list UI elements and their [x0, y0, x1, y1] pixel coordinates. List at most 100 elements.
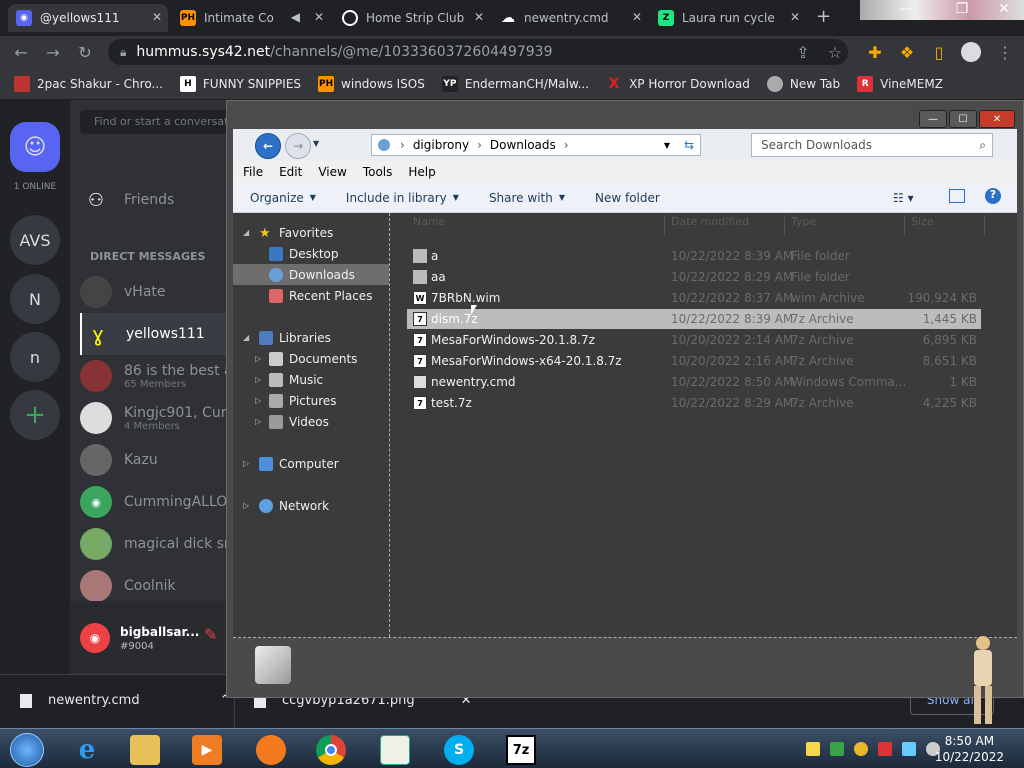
side-panel-icon[interactable]: ▯ [928, 41, 950, 63]
expand-arrow-icon[interactable]: ◢ [243, 228, 249, 237]
nav-videos[interactable]: ▷ Videos [255, 411, 329, 432]
include-in-library-button[interactable]: Include in library ▼ [346, 191, 459, 205]
friends-item[interactable]: ⚇ Friends [80, 179, 230, 221]
bookmark-item[interactable]: 2pac Shakur - Chro... [14, 75, 163, 92]
dm-item[interactable]: Kazu [80, 439, 230, 481]
home-button[interactable]: ☺ [10, 122, 60, 172]
server-avs[interactable]: AVS [10, 215, 60, 265]
column-type[interactable]: Type [785, 215, 905, 235]
file-row[interactable]: 7 test.7z 10/22/2022 8:29 AM 7z Archive 4,22… [407, 393, 981, 413]
tab-home-strip-club[interactable]: Home Strip Club ✕ [334, 4, 490, 32]
close-icon[interactable]: ✕ [790, 10, 800, 24]
file-row[interactable]: 7 MesaForWindows-x64-20.1.8.7z 10/20/2022 … [407, 351, 981, 371]
nav-network[interactable]: ▷ Network [243, 495, 329, 516]
chevron-down-icon[interactable]: ▼ [664, 141, 670, 150]
menu-icon[interactable]: ⋮ [994, 41, 1016, 63]
close-icon[interactable]: ✕ [474, 10, 484, 24]
new-tab-button[interactable]: + [816, 6, 831, 27]
taskbar-media[interactable]: ▶ [180, 732, 234, 768]
nav-desktop[interactable]: Desktop [269, 243, 339, 264]
nav-pictures[interactable]: ▷ Pictures [255, 390, 337, 411]
reload-button[interactable]: ↻ [74, 41, 96, 63]
maximize-button[interactable]: ☐ [949, 110, 977, 128]
minimize-button[interactable]: — [886, 0, 926, 18]
nav-documents[interactable]: ▷ Documents [255, 348, 357, 369]
tray-icon[interactable] [830, 742, 844, 756]
search-input[interactable]: Search Downloads ⌕ [751, 133, 993, 157]
dm-item-active[interactable]: ɣ yellows111 [80, 313, 230, 355]
expand-arrow-icon[interactable]: ◢ [243, 333, 249, 342]
close-window-button[interactable]: ✕ [984, 0, 1024, 18]
refresh-icon[interactable]: ⇆ [684, 138, 694, 152]
expand-arrow-icon[interactable]: ▷ [255, 375, 261, 384]
help-icon[interactable]: ? [985, 188, 1001, 204]
search-input[interactable]: Find or start a conversatio [80, 110, 230, 134]
back-button[interactable]: ← [255, 133, 281, 159]
tab-intimate[interactable]: PH Intimate Co ◀ ✕ [172, 4, 330, 32]
profile-avatar[interactable] [960, 41, 982, 63]
minimize-button[interactable]: — [919, 110, 947, 128]
breadcrumb[interactable]: › digibrony › Downloads › ▼ ⇆ [371, 134, 701, 156]
dm-item[interactable]: ◉ CummingALLO [80, 481, 230, 523]
column-date[interactable]: Date modified [665, 215, 785, 235]
nav-libraries[interactable]: ◢ Libraries [243, 327, 331, 348]
nav-computer[interactable]: ▷ Computer [243, 453, 339, 474]
add-server-button[interactable]: + [10, 390, 60, 440]
close-icon[interactable]: ✕ [314, 10, 324, 24]
dm-item[interactable]: magical dick sna [80, 523, 230, 565]
taskbar-7zip[interactable]: 7z [494, 732, 548, 768]
menu-help[interactable]: Help [408, 165, 435, 179]
taskbar-skype[interactable]: S [432, 732, 486, 768]
close-icon[interactable]: ✕ [152, 10, 162, 24]
column-size[interactable]: Size [905, 215, 985, 235]
expand-arrow-icon[interactable]: ▷ [255, 396, 261, 405]
menu-tools[interactable]: Tools [363, 165, 393, 179]
expand-arrow-icon[interactable]: ▷ [243, 459, 249, 468]
file-row[interactable]: newentry.cmd 10/22/2022 8:50 AM Windows Co… [407, 372, 981, 392]
share-with-button[interactable]: Share with ▼ [489, 191, 565, 205]
close-button[interactable]: ✕ [979, 110, 1015, 128]
server-n[interactable]: N [10, 274, 60, 324]
taskbar-uc[interactable] [244, 732, 298, 768]
bookmark-item[interactable]: PH windows ISOS [318, 75, 425, 92]
bookmark-item[interactable]: H FUNNY SNIPPIES [179, 75, 301, 92]
nav-favorites[interactable]: ◢ ★ Favorites [243, 222, 333, 243]
file-row[interactable]: aa 10/22/2022 8:29 AM File folder [407, 267, 981, 287]
bookmark-item[interactable]: New Tab [766, 75, 840, 92]
extensions-icon[interactable]: ✚ [864, 41, 886, 63]
nav-downloads[interactable]: Downloads [233, 264, 389, 285]
expand-arrow-icon[interactable]: ▷ [243, 501, 249, 510]
share-icon[interactable]: ⇪ [792, 41, 814, 63]
column-name[interactable]: Name [407, 215, 665, 235]
file-row[interactable]: 7 MesaForWindows-20.1.8.7z 10/20/2022 2:14… [407, 330, 981, 350]
menu-edit[interactable]: Edit [279, 165, 302, 179]
taskbar-explorer[interactable] [118, 732, 172, 768]
bookmark-item[interactable]: R VineMEMZ [857, 75, 943, 92]
recent-pages-chevron-icon[interactable]: ▼ [313, 139, 319, 148]
server-n-lower[interactable]: n [10, 332, 60, 382]
star-icon[interactable]: ☆ [824, 41, 846, 63]
avatar[interactable]: ◉ [80, 623, 110, 653]
breadcrumb-item[interactable]: Downloads [490, 138, 556, 152]
tab-discord[interactable]: ◉ @yellows111 ✕ [8, 4, 168, 32]
forward-button[interactable]: → [42, 41, 64, 63]
bookmark-item[interactable]: YP EndermanCH/Malw... [441, 75, 589, 92]
taskbar-chrome[interactable] [304, 732, 358, 768]
puzzle-icon[interactable]: ❖ [896, 41, 918, 63]
tab-newentry[interactable]: ☁ newentry.cmd ✕ [492, 4, 648, 32]
file-row[interactable]: W 7BRbN.wim 10/22/2022 8:37 AM wim Archive 1… [407, 288, 981, 308]
dm-item[interactable]: vHate [80, 271, 230, 313]
back-button[interactable]: ← [10, 41, 32, 63]
dm-item[interactable]: Kingjc901, Cum 4 Members [80, 397, 230, 439]
audio-icon[interactable]: ◀ [291, 10, 300, 24]
nav-music[interactable]: ▷ Music [255, 369, 323, 390]
tray-icon[interactable] [854, 742, 868, 756]
network-icon[interactable] [902, 742, 916, 756]
file-row-selected[interactable]: 7 dism.7z 10/22/2022 8:39 AM 7z Archive 1,44… [407, 309, 981, 329]
clock[interactable]: 8:50 AM 10/22/2022 [935, 733, 1004, 765]
expand-arrow-icon[interactable]: ▷ [255, 354, 261, 363]
restore-button[interactable]: ❐ [942, 0, 982, 18]
dm-item[interactable]: 86 is the best ar 65 Members [80, 355, 230, 397]
bookmark-item[interactable]: X XP Horror Download [606, 76, 750, 92]
address-bar[interactable]: 🔒︎ hummus.sys42.net/channels/@me/1033360… [108, 39, 848, 65]
